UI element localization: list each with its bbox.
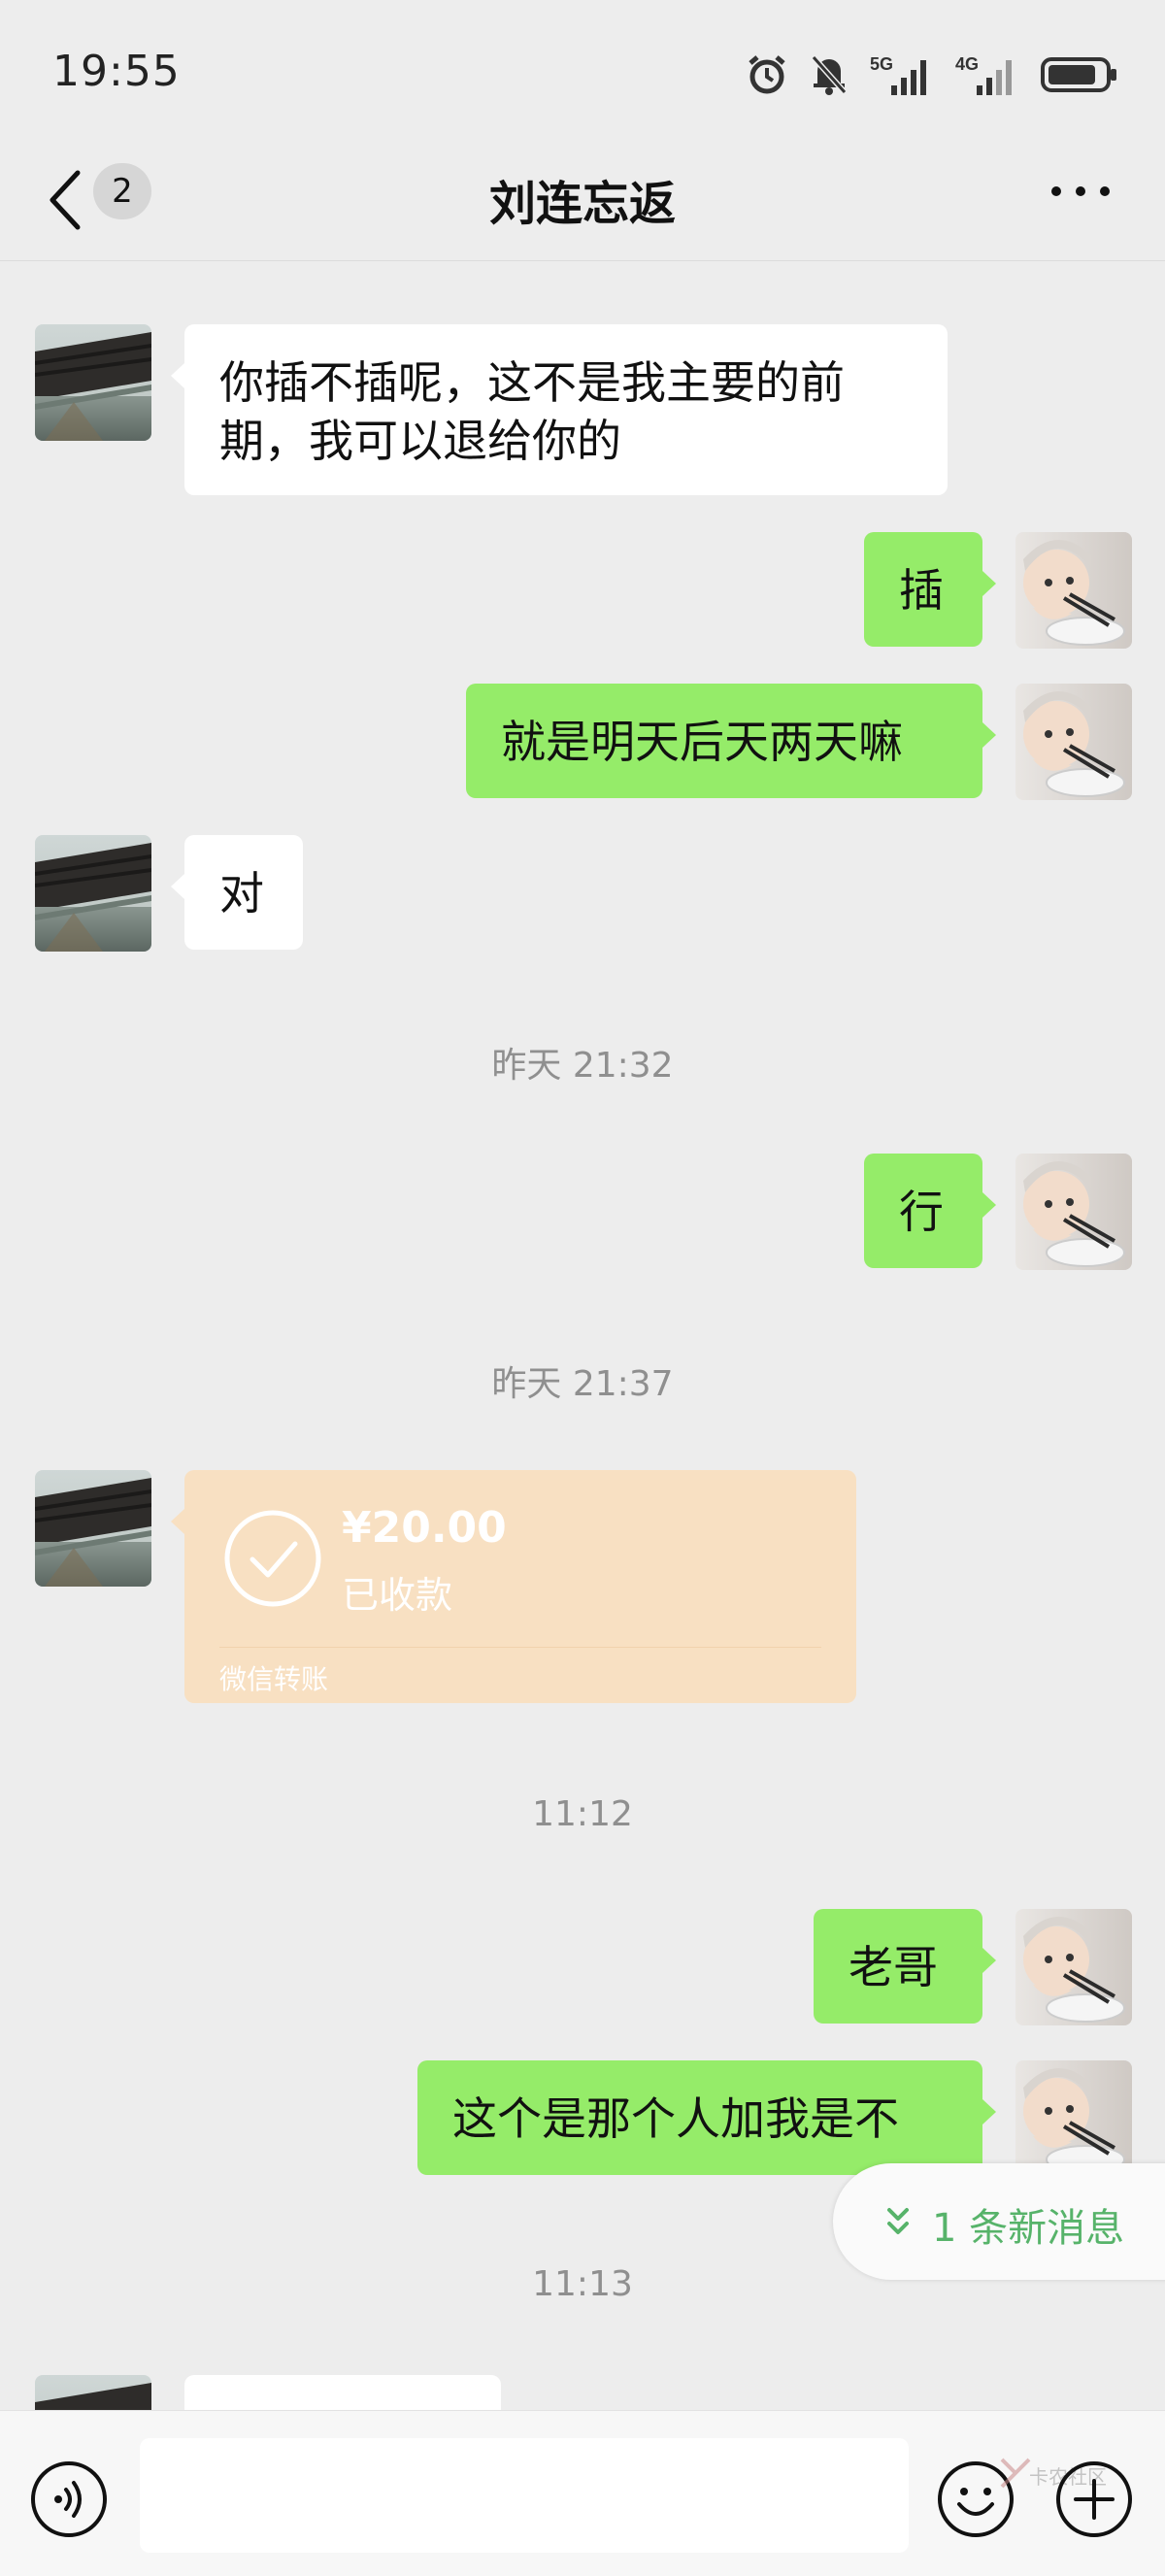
transfer-amount: ¥20.00 [342,1503,507,1553]
plus-icon[interactable] [1054,2459,1134,2539]
status-bar: 19:55 5G 4G [0,0,1165,146]
transfer-label: 微信转账 [219,1663,329,1695]
contact-avatar[interactable] [35,324,151,441]
my-avatar[interactable] [1015,532,1132,649]
message-bubble-sent[interactable]: 就是明天后天两天嘛 [466,684,996,798]
check-circle-icon [224,1510,321,1607]
my-avatar[interactable] [1015,1154,1132,1270]
double-chevron-down-icon [887,2208,909,2234]
message-bubble-received[interactable] [184,2375,501,2410]
network-5g-label: 5G [870,54,893,74]
message-bubble-received[interactable]: 对 [171,835,303,950]
message-timestamp: 昨天 21:37 [491,1364,674,1404]
message-bubble-sent[interactable]: 老哥 [814,1909,996,2024]
my-avatar[interactable] [1015,1909,1132,2025]
message-text: 插 [899,564,944,617]
signal-4g-icon: 4G [955,54,1012,95]
message-bubble-received[interactable]: 你插不插呢，这不是我主要的前期，我可以退给你的 [171,324,948,495]
battery-icon [1041,57,1116,92]
mute-icon [811,55,848,95]
input-bar: 卡农社区 [0,2410,1165,2576]
chat-title: 刘连忘返 [488,177,676,231]
message-timestamp: 11:12 [532,1794,633,1834]
voice-icon[interactable] [29,2459,109,2539]
network-4g-label: 4G [955,54,979,74]
contact-avatar[interactable] [35,2375,151,2410]
message-text: 你插不插呢，这不是我主要的前期，我可以退给你的 [219,356,845,467]
status-icons: 5G 4G [746,50,1118,99]
status-time: 19:55 [52,47,181,96]
signal-5g-icon: 5G [870,54,926,95]
message-bubble-sent[interactable]: 行 [864,1154,996,1268]
alarm-icon [749,55,785,94]
message-timestamp: 11:13 [532,2264,633,2304]
transfer-divider [219,1647,821,1648]
message-bubble-sent[interactable]: 这个是那个人加我是不 [417,2060,996,2175]
contact-avatar[interactable] [35,1470,151,1587]
my-avatar[interactable] [1015,684,1132,800]
message-text: 这个是那个人加我是不 [452,2092,899,2145]
message-text: 行 [899,1186,944,1238]
message-text: 对 [219,867,264,920]
transfer-status: 已收款 [342,1574,453,1617]
message-bubble-sent[interactable]: 插 [864,532,996,647]
new-message-pill[interactable]: 1 条新消息 [833,2163,1165,2280]
my-avatar[interactable] [1015,2060,1132,2177]
transfer-card[interactable]: ¥20.00 已收款 微信转账 [171,1470,856,1703]
more-icon[interactable] [1047,177,1115,206]
contact-avatar[interactable] [35,835,151,952]
message-text: 老哥 [849,1941,938,1993]
message-text: 就是明天后天两天嘛 [501,716,903,768]
new-message-text: 1 条新消息 [932,2206,1125,2251]
message-timestamp: 昨天 21:32 [491,1046,674,1086]
message-input[interactable] [140,2438,909,2553]
